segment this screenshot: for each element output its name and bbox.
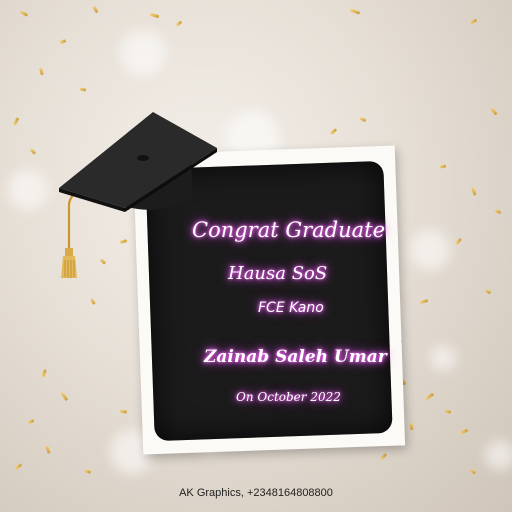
bokeh-light (410, 230, 450, 270)
bokeh-light (120, 30, 166, 76)
date-text: On October 2022 (236, 390, 341, 404)
department-text: Hausa SoS (228, 263, 328, 284)
institution-text: FCE Kano (258, 300, 324, 316)
bokeh-light (485, 440, 512, 470)
bokeh-light (8, 170, 48, 210)
designer-credit: AK Graphics, +2348164808800 (179, 487, 333, 499)
graduate-name: Zainab Saleh Umar (204, 347, 387, 367)
bokeh-light (430, 345, 456, 371)
graduation-cap-icon (59, 112, 217, 278)
card-heading: Congrat Graduate (192, 218, 386, 242)
